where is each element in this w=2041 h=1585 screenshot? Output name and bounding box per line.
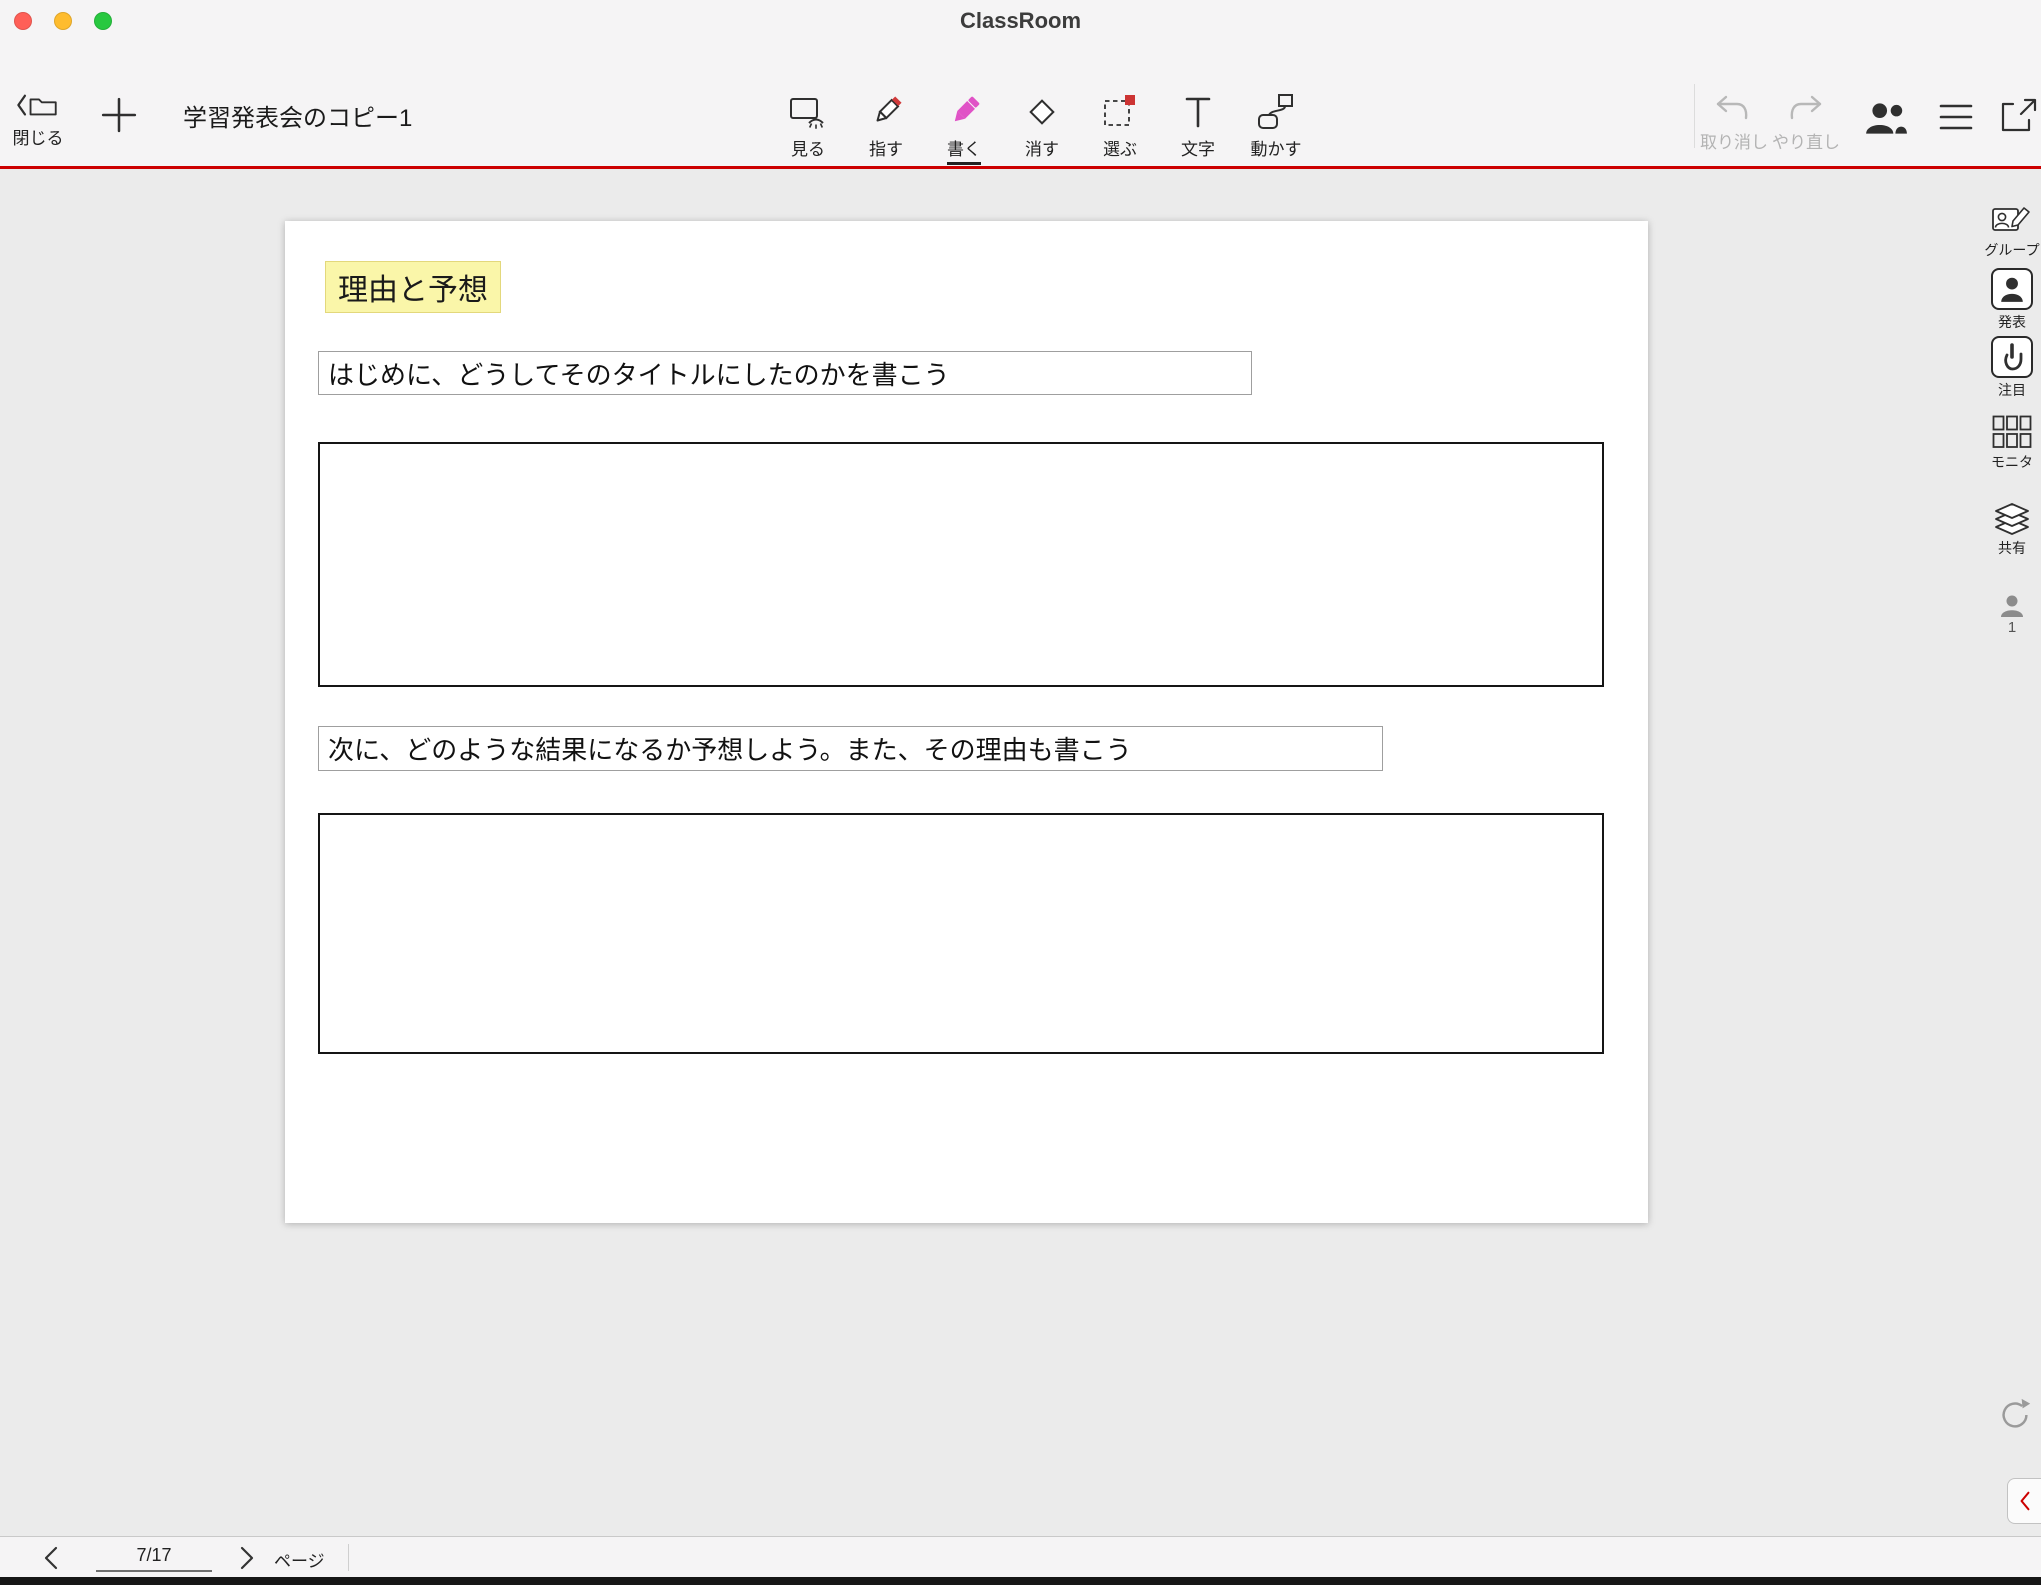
- tool-palette: 見る 指す: [769, 88, 1315, 165]
- single-person-icon: [1999, 594, 2025, 618]
- tool-view-label: 見る: [791, 135, 825, 162]
- sidebar-collapse-tab[interactable]: [2007, 1478, 2041, 1524]
- undo-button[interactable]: 取り消し: [1700, 92, 1766, 153]
- expand-arrow-icon: [1999, 96, 2039, 136]
- tool-point[interactable]: 指す: [847, 88, 925, 165]
- tool-point-label: 指す: [869, 135, 903, 162]
- page-heading: 理由と予想: [325, 261, 501, 313]
- close-document-label: 閉じる: [6, 124, 70, 149]
- plus-icon: [100, 96, 138, 134]
- pointing-hand-icon: [1991, 336, 2033, 378]
- redo-label: やり直し: [1772, 128, 1838, 153]
- tool-text-label: 文字: [1181, 135, 1215, 162]
- tool-write[interactable]: 書く: [925, 88, 1003, 165]
- present-person-icon: [1991, 268, 2033, 310]
- people-icon: [1863, 100, 1909, 136]
- redo-button[interactable]: やり直し: [1772, 92, 1838, 153]
- toolbar-separator: [1694, 84, 1695, 148]
- document-page[interactable]: 理由と予想 はじめに、どうしてそのタイトルにしたのかを書こう 次に、どのような結…: [285, 221, 1648, 1223]
- eraser-icon: [1022, 92, 1062, 132]
- back-folder-icon: [14, 92, 62, 120]
- tool-view[interactable]: 見る: [769, 88, 847, 165]
- group-icon: [1990, 200, 2034, 238]
- redo-icon: [1785, 92, 1825, 124]
- add-page-button[interactable]: [94, 96, 144, 134]
- pointer-pen-icon: [866, 92, 906, 132]
- tool-select-label: 選ぶ: [1103, 135, 1137, 162]
- footer-separator: [348, 1544, 349, 1571]
- window-bottom-edge: [0, 1577, 2041, 1585]
- tool-move-label: 動かす: [1251, 135, 1302, 162]
- menu-button[interactable]: [1930, 102, 1982, 132]
- header: ClassRoom 閉じる 学習発表会のコピー1: [0, 0, 2041, 169]
- tool-erase-label: 消す: [1025, 135, 1059, 162]
- chevron-left-icon: [36, 1543, 66, 1573]
- titlebar: ClassRoom: [0, 0, 2041, 42]
- page-unit-label: ページ: [274, 1547, 325, 1572]
- app-title: ClassRoom: [0, 8, 2041, 34]
- marker-pen-icon: [944, 92, 984, 132]
- document-title: 学習発表会のコピー1: [183, 98, 412, 133]
- tool-write-label: 書く: [947, 135, 981, 165]
- selection-icon: [1100, 92, 1140, 132]
- participants-button[interactable]: [1856, 100, 1916, 136]
- hamburger-icon: [1938, 102, 1974, 132]
- sidebar-share-label: 共有: [1984, 538, 2040, 558]
- layers-icon: [1992, 502, 2032, 536]
- sidebar-group-label: グループ: [1984, 240, 2040, 260]
- sidebar-present-label: 発表: [1984, 312, 2040, 332]
- close-document-button[interactable]: 閉じる: [6, 92, 70, 149]
- refresh-button[interactable]: [1996, 1396, 2034, 1434]
- tool-erase[interactable]: 消す: [1003, 88, 1081, 165]
- view-icon: [788, 94, 828, 132]
- text-icon: [1178, 92, 1218, 132]
- participant-count[interactable]: 1: [1984, 594, 2040, 636]
- prompt-text-1: はじめに、どうしてそのタイトルにしたのかを書こう: [318, 351, 1252, 395]
- chevron-right-icon: [232, 1543, 262, 1573]
- sidebar-monitor-label: モニタ: [1984, 452, 2040, 472]
- undo-icon: [1713, 92, 1753, 124]
- participant-count-value: 1: [1984, 619, 2040, 636]
- sidebar-item-attention[interactable]: 注目: [1984, 336, 2040, 400]
- previous-page-button[interactable]: [36, 1543, 66, 1573]
- sidebar-attention-label: 注目: [1984, 380, 2040, 400]
- move-object-icon: [1256, 92, 1296, 132]
- whiteboard-canvas[interactable]: 理由と予想 はじめに、どうしてそのタイトルにしたのかを書こう 次に、どのような結…: [0, 172, 2041, 1536]
- prompt-text-2: 次に、どのような結果になるか予想しよう。また、その理由も書こう: [318, 726, 1383, 771]
- answer-box-1[interactable]: [318, 442, 1604, 687]
- tool-text[interactable]: 文字: [1159, 88, 1237, 165]
- sidebar-item-share[interactable]: 共有: [1984, 502, 2040, 558]
- page-number-field[interactable]: 7/17: [96, 1541, 212, 1572]
- classroom-app-window: ClassRoom 閉じる 学習発表会のコピー1: [0, 0, 2041, 1585]
- refresh-icon: [1996, 1396, 2034, 1434]
- tool-move[interactable]: 動かす: [1237, 88, 1315, 165]
- red-chevron-left-icon: [2014, 1484, 2036, 1518]
- next-page-button[interactable]: [232, 1543, 262, 1573]
- answer-box-2[interactable]: [318, 813, 1604, 1054]
- sidebar-item-present[interactable]: 発表: [1984, 268, 2040, 332]
- monitor-grid-icon: [1992, 414, 2032, 450]
- tool-select[interactable]: 選ぶ: [1081, 88, 1159, 165]
- sidebar-item-monitor[interactable]: モニタ: [1984, 414, 2040, 472]
- sidebar-item-group[interactable]: グループ: [1984, 200, 2040, 260]
- external-display-button[interactable]: [1998, 96, 2040, 136]
- footer-bar: 7/17 ページ: [0, 1536, 2041, 1577]
- undo-label: 取り消し: [1700, 128, 1766, 153]
